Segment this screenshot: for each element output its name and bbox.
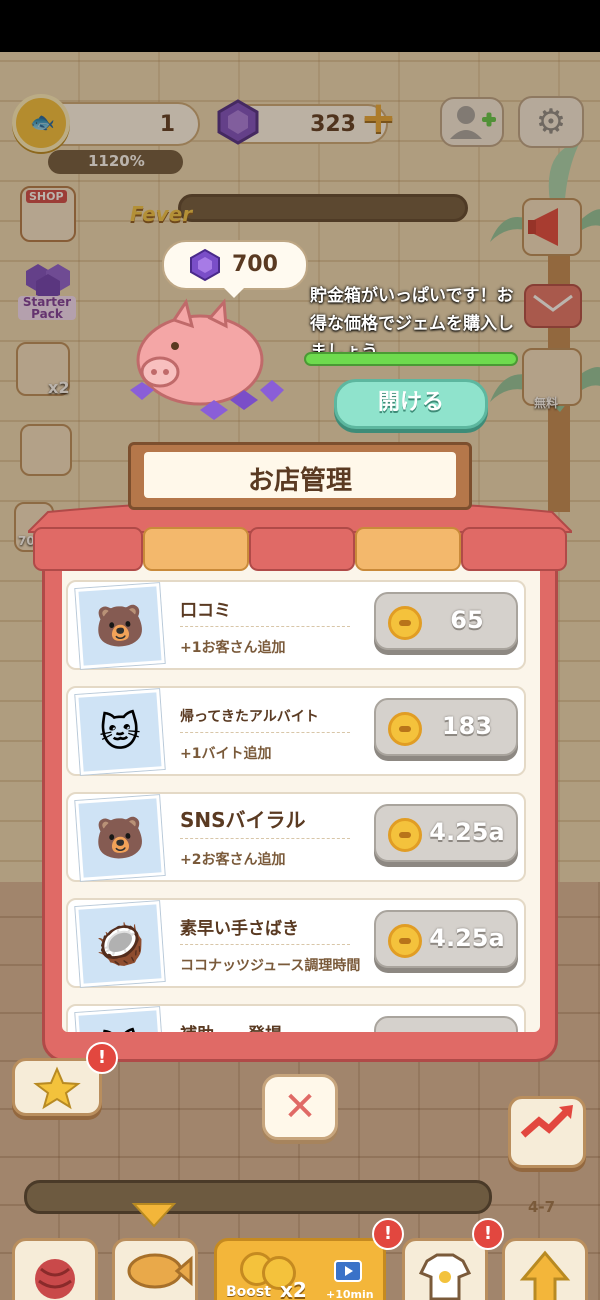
fish-coin-icon bbox=[388, 924, 422, 958]
price-label: 4.25a bbox=[429, 924, 505, 952]
piggy-gem-value: 700 bbox=[232, 252, 278, 277]
buy-upgrade-button[interactable]: 183 bbox=[374, 698, 518, 756]
piggy-bank-icon[interactable] bbox=[120, 280, 300, 430]
alert-badge: ! bbox=[372, 1218, 404, 1250]
coconut-icon: 🥥 bbox=[75, 901, 165, 987]
list-item: 🐱 帰ってきたアルバイト +1バイト追加 183 bbox=[66, 686, 526, 776]
taiyaki-icon bbox=[127, 1253, 193, 1289]
alert-badge: ! bbox=[472, 1218, 504, 1250]
cat-icon: 🐱 bbox=[75, 1007, 165, 1032]
item-title: 素早い手さばき bbox=[180, 919, 299, 939]
close-icon[interactable]: ✕ bbox=[262, 1074, 338, 1140]
list-item: 🐻 口コミ +1お客さん追加 65 bbox=[66, 580, 526, 670]
list-item: 🥥 素早い手さばき ココナッツジュース調理時間 4.25a bbox=[66, 898, 526, 988]
divider bbox=[180, 838, 350, 839]
item-subtitle: +1お客さん追加 bbox=[180, 640, 286, 656]
outfit-button[interactable] bbox=[402, 1238, 488, 1300]
trend-up-icon bbox=[520, 1105, 573, 1138]
price-label: 183 bbox=[441, 712, 493, 740]
item-subtitle: +1バイト追加 bbox=[180, 746, 272, 762]
fish-coin-icon bbox=[388, 818, 422, 852]
boost-label: Boost bbox=[226, 1284, 271, 1300]
video-ad-icon bbox=[334, 1260, 362, 1282]
item-subtitle: ココナッツジュース調理時間 bbox=[180, 958, 361, 974]
star-icon bbox=[33, 1066, 81, 1110]
boost-multiplier: x2 bbox=[280, 1278, 307, 1300]
divider bbox=[180, 944, 350, 945]
tshirt-icon bbox=[418, 1253, 472, 1300]
upgrade-button[interactable] bbox=[502, 1238, 588, 1300]
item-title: 補助……登場 bbox=[180, 1020, 282, 1032]
item-title: 口コミ bbox=[180, 601, 231, 621]
cat-icon: 🐱 bbox=[75, 689, 165, 775]
yarn-ball-icon bbox=[35, 1259, 75, 1299]
item-title: 帰ってきたアルバイト bbox=[180, 709, 319, 725]
divider bbox=[180, 626, 350, 627]
modal-title: お店管理 bbox=[247, 466, 352, 496]
gem-icon bbox=[190, 248, 220, 282]
status-bar bbox=[0, 0, 600, 52]
price-label: 65 bbox=[450, 606, 484, 634]
yarn-button[interactable] bbox=[12, 1238, 98, 1300]
buy-upgrade-button[interactable] bbox=[374, 1016, 518, 1032]
boost-time: +10min bbox=[326, 1288, 374, 1300]
alert-badge: ! bbox=[86, 1042, 118, 1074]
fish-coin-icon bbox=[388, 606, 422, 640]
price-label: 4.25a bbox=[429, 818, 505, 846]
fish-coin-icon bbox=[388, 712, 422, 746]
list-item: 🐱 補助……登場 bbox=[66, 1004, 526, 1032]
experience-bar bbox=[24, 1180, 492, 1214]
game-scene: 1 1120% 323 + ⚙ SHOP Starter Pack Fever … bbox=[0, 52, 600, 1300]
food-button[interactable] bbox=[112, 1238, 198, 1300]
item-title: SNSバイラル bbox=[180, 808, 306, 832]
level-label: 4-7 bbox=[528, 1198, 556, 1216]
bear-icon: 🐻 bbox=[75, 795, 165, 881]
bear-icon: 🐻 bbox=[75, 583, 165, 669]
divider bbox=[180, 732, 350, 733]
item-subtitle: +2お客さん追加 bbox=[180, 852, 286, 868]
arrow-down-icon bbox=[131, 1203, 177, 1228]
buy-upgrade-button[interactable]: 65 bbox=[374, 592, 518, 650]
piggy-progress-bar bbox=[304, 352, 518, 366]
open-piggy-button[interactable]: 開ける bbox=[334, 379, 488, 429]
buy-upgrade-button[interactable]: 4.25a bbox=[374, 910, 518, 968]
buy-upgrade-button[interactable]: 4.25a bbox=[374, 804, 518, 862]
list-item: 🐻 SNSバイラル +2お客さん追加 4.25a bbox=[66, 792, 526, 882]
upgrade-list[interactable]: 🐻 口コミ +1お客さん追加 65 🐱 帰ってきたアルバイト +1バイト追加 1… bbox=[62, 562, 540, 1032]
level-button[interactable] bbox=[508, 1096, 586, 1168]
arrow-up-icon bbox=[519, 1250, 571, 1300]
